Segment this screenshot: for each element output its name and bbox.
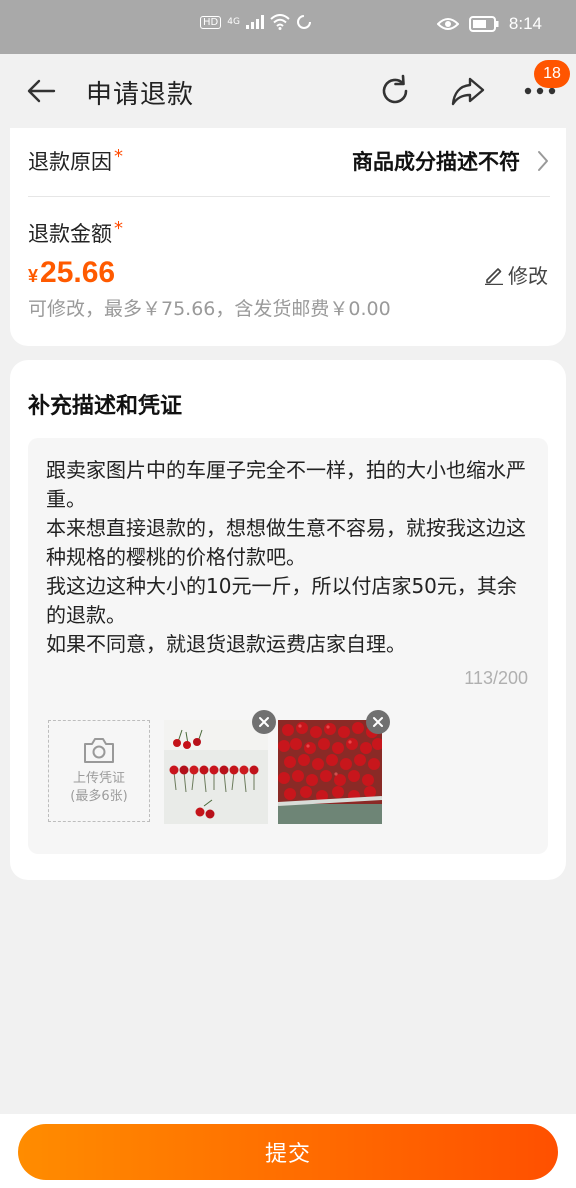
description-box[interactable]: 跟卖家图片中的车厘子完全不一样，拍的大小也缩水严重。 本来想直接退款的，想想做生… xyxy=(28,438,548,854)
camera-icon xyxy=(84,738,114,763)
share-icon[interactable] xyxy=(450,74,486,108)
refund-amount-note: 可修改，最多￥75.66，含发货邮费￥0.00 xyxy=(28,298,391,320)
notification-badge: 18 xyxy=(534,60,570,88)
evidence-card: 补充描述和凭证 跟卖家图片中的车厘子完全不一样，拍的大小也缩水严重。 本来想直接… xyxy=(10,360,566,880)
pencil-icon xyxy=(485,267,503,285)
status-bar: HD 4G 8:14 xyxy=(0,0,576,54)
close-icon xyxy=(373,717,383,727)
refund-reason-value: 商品成分描述不符 xyxy=(352,150,520,174)
cherry-photo-thumbnail xyxy=(164,720,268,824)
chevron-right-icon xyxy=(538,151,548,171)
refund-reason-label-text: 退款原因 xyxy=(28,150,112,174)
remove-photo-button[interactable] xyxy=(366,710,390,734)
signal-icon xyxy=(245,15,264,29)
required-mark: * xyxy=(114,146,123,167)
back-arrow-icon[interactable] xyxy=(26,76,56,106)
loading-icon xyxy=(296,15,311,29)
close-icon xyxy=(259,717,269,727)
status-right: 8:14 xyxy=(436,14,542,34)
eye-icon xyxy=(436,18,459,30)
refund-reason-label: 退款原因 * xyxy=(28,146,123,176)
remove-photo-button[interactable] xyxy=(252,710,276,734)
description-textarea[interactable]: 跟卖家图片中的车厘子完全不一样，拍的大小也缩水严重。 本来想直接退款的，想想做生… xyxy=(46,456,536,659)
cherry-basket-thumbnail xyxy=(278,720,382,824)
required-mark: * xyxy=(114,218,123,239)
edit-amount-button[interactable]: 修改 xyxy=(484,260,548,289)
edit-amount-label: 修改 xyxy=(508,264,548,288)
upload-label: 上传凭证 xyxy=(72,771,125,786)
upload-evidence-button[interactable]: 上传凭证 (最多6张) xyxy=(48,720,150,822)
refund-amount-label-text: 退款金额 xyxy=(28,222,112,246)
bottom-bar: 提交 xyxy=(0,1114,576,1188)
navigation-bar: 申请退款 18 xyxy=(0,54,576,128)
wifi-icon xyxy=(270,14,290,30)
currency-symbol: ¥ xyxy=(28,266,39,286)
refund-amount-value: ¥25.66 xyxy=(28,256,115,290)
refund-amount-label: 退款金额 * xyxy=(28,218,123,248)
evidence-photo[interactable] xyxy=(164,720,268,824)
status-time: 8:14 xyxy=(508,14,542,33)
refresh-icon[interactable] xyxy=(378,74,412,108)
refund-reason-row[interactable]: 退款原因 * 商品成分描述不符 xyxy=(28,128,550,197)
evidence-photo[interactable] xyxy=(278,720,382,824)
refund-amount-number: 25.66 xyxy=(40,256,116,289)
battery-icon xyxy=(468,16,499,32)
evidence-section-title: 补充描述和凭证 xyxy=(28,394,183,419)
status-icons: HD 4G xyxy=(200,14,312,30)
character-count: 113/200 xyxy=(464,668,528,688)
network-indicator: 4G xyxy=(227,17,240,27)
submit-button[interactable]: 提交 xyxy=(18,1124,558,1180)
page-title: 申请退款 xyxy=(86,80,195,110)
upload-limit: (最多6张) xyxy=(70,789,128,804)
hd-indicator: HD xyxy=(200,15,222,29)
refund-info-card: 退款原因 * 商品成分描述不符 退款金额 * ¥25.66 修改 可修改，最多￥75… xyxy=(10,128,566,346)
